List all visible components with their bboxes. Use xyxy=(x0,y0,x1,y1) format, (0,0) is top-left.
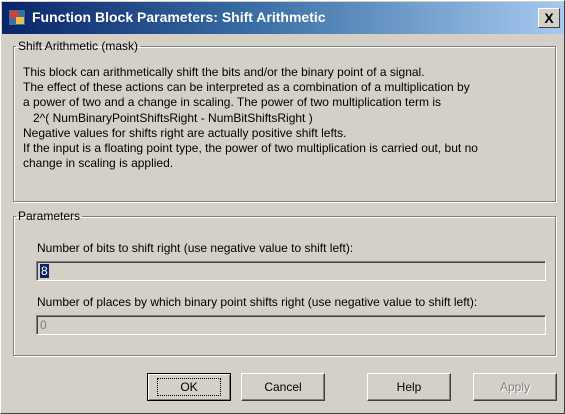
description-line: Negative values for shifts right are act… xyxy=(23,125,347,140)
simulink-icon xyxy=(8,9,26,26)
mask-group-legend: Shift Arithmetic (mask) xyxy=(18,39,139,53)
help-button[interactable]: Help xyxy=(367,373,451,401)
binary-point-shift-label: Number of places by which binary point s… xyxy=(37,295,478,309)
binary-point-shift-field[interactable]: 0 xyxy=(36,315,546,335)
description-line: This block can arithmetically shift the … xyxy=(23,65,425,79)
bit-shift-label: Number of bits to shift right (use negat… xyxy=(37,241,354,255)
close-button[interactable]: X xyxy=(538,8,560,28)
ok-button[interactable]: OK xyxy=(147,373,231,401)
binary-point-shift-value: 0 xyxy=(40,318,47,332)
title-bar[interactable]: Function Block Parameters: Shift Arithme… xyxy=(2,2,564,34)
description-line: The effect of these actions can be inter… xyxy=(23,80,470,95)
description-formula: 2^( NumBinaryPointShiftsRight - NumBitSh… xyxy=(33,110,313,125)
cancel-button[interactable]: Cancel xyxy=(241,373,325,401)
description-line: change in scaling is applied. xyxy=(23,156,174,171)
bit-shift-value: 8 xyxy=(40,264,49,278)
bit-shift-field[interactable]: 8 xyxy=(36,261,546,281)
close-icon: X xyxy=(544,10,554,26)
dialog-window: Function Block Parameters: Shift Arithme… xyxy=(0,0,565,414)
apply-button[interactable]: Apply xyxy=(473,373,557,401)
window-title: Function Block Parameters: Shift Arithme… xyxy=(32,9,326,25)
parameters-group-legend: Parameters xyxy=(18,209,81,223)
description-line: If the input is a floating point type, t… xyxy=(23,141,478,156)
ok-button-label: OK xyxy=(157,378,221,396)
block-description: This block can arithmetically shift the … xyxy=(23,65,548,171)
description-line: a power of two and a change in scaling. … xyxy=(23,95,441,110)
